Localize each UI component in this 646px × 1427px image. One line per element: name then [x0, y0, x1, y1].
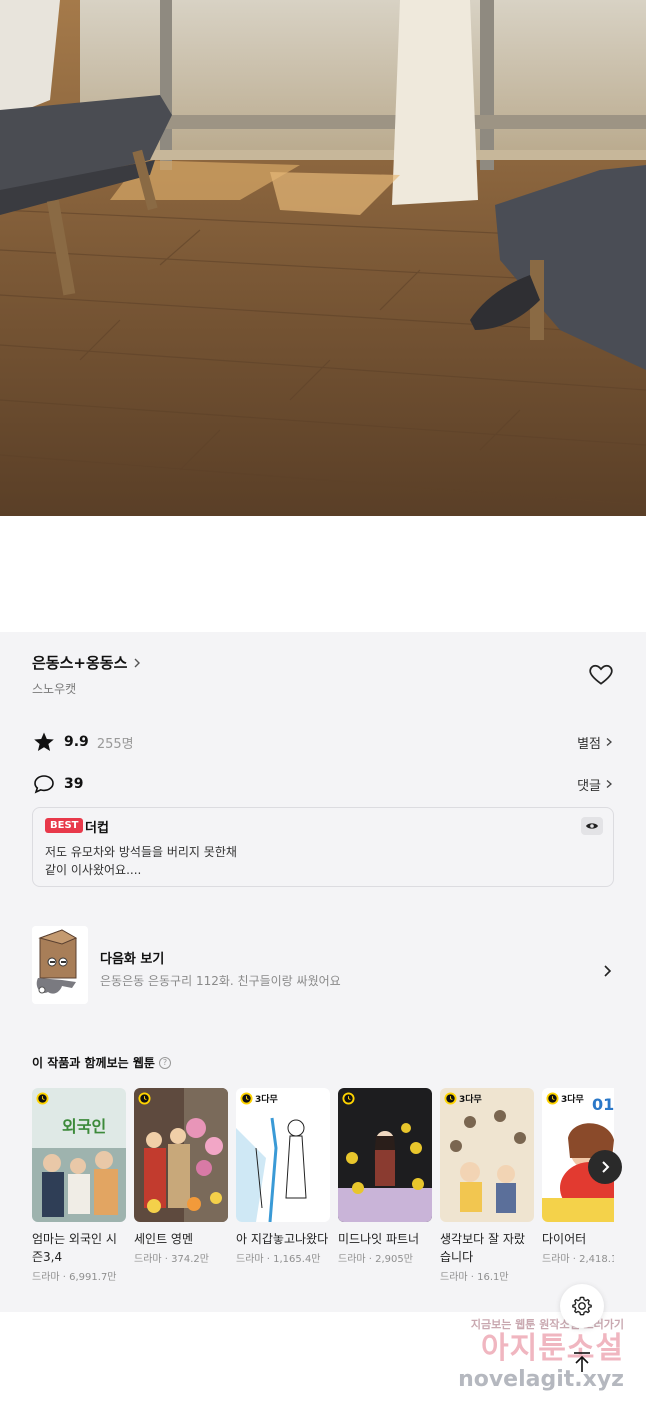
- work-title-link[interactable]: 은동스+옹동스: [32, 652, 143, 673]
- recommendation-badge: 3다무: [459, 1095, 482, 1105]
- comment-icon: [34, 775, 54, 794]
- arrow-up-icon: [574, 1352, 590, 1372]
- svg-text:01: 01: [592, 1095, 614, 1114]
- recommendation-item[interactable]: 3다무 생각보다 잘 자랐습니다 드라마 · 16.1만: [440, 1088, 534, 1283]
- rating-link[interactable]: 별점: [577, 733, 614, 752]
- heart-icon[interactable]: [588, 662, 614, 688]
- work-panel: 은동스+옹동스 스노우캣 9.9 255명 별점 39 댓글 BEST 더컵 저…: [0, 632, 646, 1312]
- recommendation-cover: 외국인: [32, 1088, 126, 1222]
- recommendation-badge: 3다무: [561, 1095, 584, 1105]
- chevron-right-icon: [604, 965, 612, 977]
- comment-row: 39 댓글: [32, 772, 614, 796]
- recommendation-cover: 3다무: [236, 1088, 330, 1222]
- work-title: 은동스+옹동스: [32, 654, 128, 672]
- clock-icon: [444, 1092, 457, 1105]
- rating-link-label: 별점: [577, 736, 601, 752]
- recommendations-title: 이 작품과 함께보는 웹툰 ?: [32, 1054, 171, 1071]
- comment-link-label: 댓글: [577, 778, 601, 794]
- recommendation-meta: 드라마 · 2,905만: [338, 1254, 413, 1265]
- next-episode-description: 은동은동 은동구리 112화. 친구들이랑 싸웠어요: [100, 974, 341, 988]
- help-icon[interactable]: ?: [158, 1056, 171, 1069]
- episode-image: [0, 0, 646, 516]
- chevron-right-icon: [606, 780, 612, 788]
- recommendation-badge: 3다무: [255, 1095, 278, 1105]
- best-comment-user: 더컵: [85, 821, 109, 836]
- recommendation-title: 미드나잇 파트너: [338, 1232, 420, 1246]
- recommendation-cover: [134, 1088, 228, 1222]
- recommendation-item[interactable]: 외국인 엄마는 외국인 시즌3,4 드라마 · 6,991.7만: [32, 1088, 126, 1283]
- work-author: 스노우캣: [32, 682, 77, 696]
- star-icon: [34, 732, 54, 751]
- best-comment-line2: 같이 이사왔어요....: [45, 863, 142, 877]
- recommendation-title: 생각보다 잘 자랐습니다: [440, 1232, 525, 1264]
- comment-link[interactable]: 댓글: [577, 775, 614, 794]
- recommendation-item[interactable]: 3다무 아 지갑놓고나왔다 드라마 · 1,165.4만: [236, 1088, 330, 1265]
- recommendation-cover: [338, 1088, 432, 1222]
- clock-icon: [36, 1092, 49, 1105]
- recommendation-meta: 드라마 · 374.2만: [134, 1254, 209, 1265]
- rating-value: 9.9: [64, 734, 89, 750]
- recommendation-title: 다이어터: [542, 1232, 587, 1246]
- recommendation-title: 아 지갑놓고나왔다: [236, 1232, 329, 1246]
- recommendation-title: 엄마는 외국인 시즌3,4: [32, 1232, 117, 1264]
- comment-count: 39: [64, 776, 84, 792]
- next-episode-title: 다음화 보기: [100, 952, 165, 967]
- best-comment[interactable]: BEST 더컵 저도 유모차와 방석들을 버리지 못한채 같이 이사왔어요...…: [32, 807, 614, 887]
- recommendation-list: 외국인 엄마는 외국인 시즌3,4 드라마 · 6,991.7만 세인트 영멘 …: [32, 1088, 614, 1298]
- recommendation-title: 세인트 영멘: [134, 1232, 194, 1246]
- eye-icon[interactable]: [581, 817, 603, 835]
- svg-text:외국인: 외국인: [62, 1117, 106, 1136]
- recommendations-heading: 이 작품과 함께보는 웹툰: [32, 1056, 155, 1070]
- recommendation-meta: 드라마 · 6,991.7만: [32, 1272, 117, 1283]
- gear-icon: [572, 1296, 592, 1316]
- recommendations: 이 작품과 함께보는 웹툰 ? 외국인 엄마는 외국인 시즌3,4 드라마 · …: [0, 1022, 646, 1312]
- chevron-right-icon: [602, 1161, 610, 1173]
- work-info: 은동스+옹동스 스노우캣 9.9 255명 별점 39 댓글 BEST 더컵 저…: [0, 632, 646, 906]
- best-comment-text: 저도 유모차와 방석들을 버리지 못한채 같이 이사왔어요....: [45, 843, 237, 879]
- clock-icon: [138, 1092, 151, 1105]
- clock-icon: [546, 1092, 559, 1105]
- rating-count: 255명: [96, 736, 134, 752]
- recommendation-item[interactable]: 미드나잇 파트너 드라마 · 2,905만: [338, 1088, 432, 1265]
- recommendation-meta: 드라마 · 2,418.1: [542, 1254, 614, 1265]
- recommendation-meta: 드라마 · 1,165.4만: [236, 1254, 321, 1265]
- rating-row: 9.9 255명 별점: [32, 730, 614, 754]
- chevron-right-icon: [134, 658, 141, 667]
- recommendation-cover: 3다무: [440, 1088, 534, 1222]
- recommendation-meta: 드라마 · 16.1만: [440, 1272, 509, 1283]
- chevron-right-icon: [606, 738, 612, 746]
- best-comment-line1: 저도 유모차와 방석들을 버리지 못한채: [45, 845, 237, 859]
- next-episode[interactable]: 다음화 보기 은동은동 은동구리 112화. 친구들이랑 싸웠어요: [0, 910, 646, 1018]
- clock-icon: [240, 1092, 253, 1105]
- clock-icon: [342, 1092, 355, 1105]
- next-episode-thumbnail: [32, 926, 88, 1004]
- recommendation-item[interactable]: 세인트 영멘 드라마 · 374.2만: [134, 1088, 228, 1265]
- settings-button[interactable]: [560, 1284, 604, 1328]
- scroll-top-button[interactable]: [560, 1340, 604, 1384]
- best-badge: BEST: [45, 818, 84, 833]
- carousel-next-button[interactable]: [588, 1150, 622, 1184]
